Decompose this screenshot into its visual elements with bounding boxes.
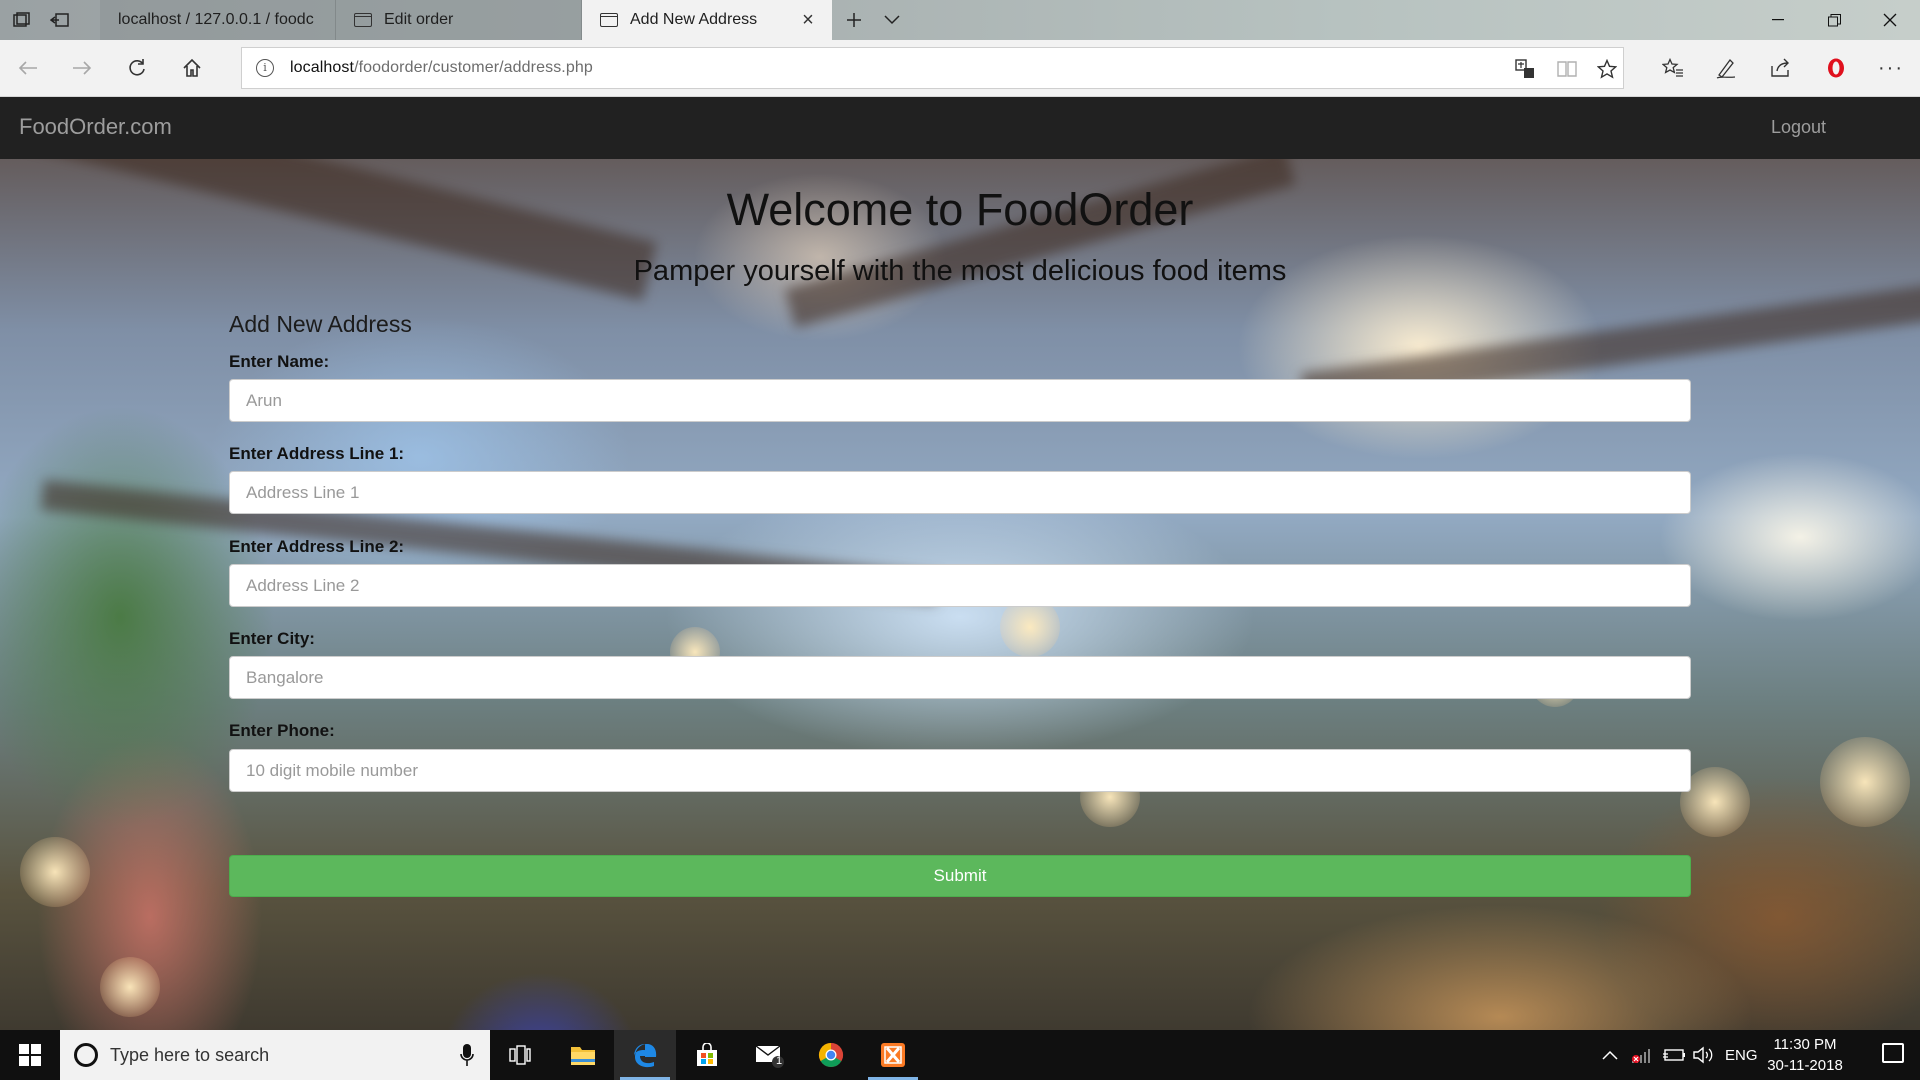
url-host: localhost	[290, 59, 355, 76]
url-path: /foodorder/customer/address.php	[354, 59, 593, 76]
site-navbar: FoodOrder.com Logout	[0, 97, 1920, 159]
url-text: localhost/foodorder/customer/address.php	[290, 59, 593, 77]
browser-toolbar: i localhost/foodorder/customer/address.p…	[0, 40, 1920, 97]
opera-extension-icon[interactable]	[1818, 50, 1854, 86]
volume-icon[interactable]	[1692, 1030, 1714, 1080]
windows-taskbar: Type here to search 1 ENG 11:30 PM 30-11…	[0, 1030, 1920, 1080]
bokeh-light	[1820, 737, 1910, 827]
city-label: Enter City:	[229, 629, 315, 648]
tab-title: localhost / 127.0.0.1 / foodc	[118, 11, 314, 28]
task-view-icon[interactable]	[489, 1030, 551, 1080]
favorite-star-icon[interactable]	[1595, 57, 1619, 81]
form-title: Add New Address	[229, 311, 412, 337]
bokeh-light	[100, 957, 160, 1017]
tab-title: Edit order	[384, 11, 454, 28]
tab-phpmyadmin[interactable]: localhost / 127.0.0.1 / foodc	[100, 0, 336, 40]
city-input[interactable]	[229, 656, 1691, 699]
taskbar-search-box[interactable]: Type here to search	[60, 1030, 490, 1080]
mail-icon[interactable]: 1	[738, 1030, 800, 1080]
translate-icon[interactable]	[1513, 57, 1537, 81]
phone-label: Enter Phone:	[229, 721, 335, 740]
search-placeholder: Type here to search	[110, 1045, 270, 1065]
hero-title: Welcome to FoodOrder	[726, 184, 1194, 235]
tab-title: Add New Address	[630, 11, 758, 28]
address-bar[interactable]: i localhost/foodorder/customer/address.p…	[241, 47, 1624, 89]
mail-badge-count: 1	[776, 1055, 783, 1067]
tab-preview-chevron-icon[interactable]	[870, 0, 914, 40]
xampp-icon[interactable]	[862, 1030, 924, 1080]
close-tab-icon[interactable]: ×	[798, 10, 818, 30]
cortana-icon	[74, 1043, 98, 1067]
name-label: Enter Name:	[229, 352, 330, 371]
action-center-icon[interactable]	[1882, 1043, 1904, 1063]
forward-icon[interactable]	[64, 50, 100, 86]
page-icon	[600, 13, 618, 27]
clock-time: 11:30 PM	[1773, 1036, 1837, 1053]
clock-date: 30-11-2018	[1767, 1057, 1843, 1074]
start-windows-icon[interactable]	[0, 1030, 60, 1080]
restore-icon[interactable]	[1806, 0, 1862, 40]
favorites-hub-icon[interactable]	[1655, 50, 1691, 86]
battery-icon[interactable]	[1662, 1030, 1686, 1080]
site-brand-link[interactable]: FoodOrder.com	[19, 114, 172, 140]
microphone-icon[interactable]	[460, 1043, 474, 1067]
back-icon[interactable]	[10, 50, 46, 86]
edge-browser-icon[interactable]	[614, 1030, 676, 1080]
address-line-1-input[interactable]	[229, 471, 1691, 514]
background-beam	[784, 146, 1296, 328]
minimize-icon[interactable]	[1750, 0, 1806, 40]
refresh-icon[interactable]	[119, 50, 155, 86]
page-background: FoodOrder.com Logout Welcome to FoodOrde…	[0, 97, 1920, 1030]
tab-add-new-address[interactable]: Add New Address ×	[582, 0, 832, 40]
network-disconnected-icon[interactable]	[1630, 1030, 1652, 1080]
show-hidden-icons-icon[interactable]	[1602, 1030, 1618, 1080]
browser-tab-strip: localhost / 127.0.0.1 / foodc Edit order…	[0, 0, 1920, 40]
address-line-1-label: Enter Address Line 1:	[229, 444, 405, 463]
store-icon[interactable]	[676, 1030, 738, 1080]
address-line-2-input[interactable]	[229, 564, 1691, 607]
home-icon[interactable]	[174, 50, 210, 86]
set-aside-tabs-icon[interactable]	[38, 0, 82, 40]
submit-button[interactable]: Submit	[229, 855, 1691, 897]
more-options-icon[interactable]: ···	[1873, 50, 1909, 86]
page-icon	[354, 13, 372, 27]
reading-view-icon[interactable]	[1555, 57, 1579, 81]
site-info-icon[interactable]: i	[256, 59, 274, 77]
input-language-indicator[interactable]: ENG	[1725, 1030, 1758, 1080]
tab-edit-order[interactable]: Edit order	[336, 0, 582, 40]
file-explorer-icon[interactable]	[552, 1030, 614, 1080]
address-line-2-label: Enter Address Line 2:	[229, 537, 405, 556]
logout-link[interactable]: Logout	[1771, 117, 1826, 138]
hero-subtitle: Pamper yourself with the most delicious …	[633, 255, 1287, 287]
name-input[interactable]	[229, 379, 1691, 422]
bokeh-light	[20, 837, 90, 907]
share-icon[interactable]	[1763, 50, 1799, 86]
web-note-icon[interactable]	[1708, 50, 1744, 86]
close-window-icon[interactable]	[1862, 0, 1918, 40]
chrome-icon[interactable]	[800, 1030, 862, 1080]
phone-input[interactable]	[229, 749, 1691, 792]
system-clock[interactable]: 11:30 PM 30-11-2018	[1760, 1034, 1850, 1076]
